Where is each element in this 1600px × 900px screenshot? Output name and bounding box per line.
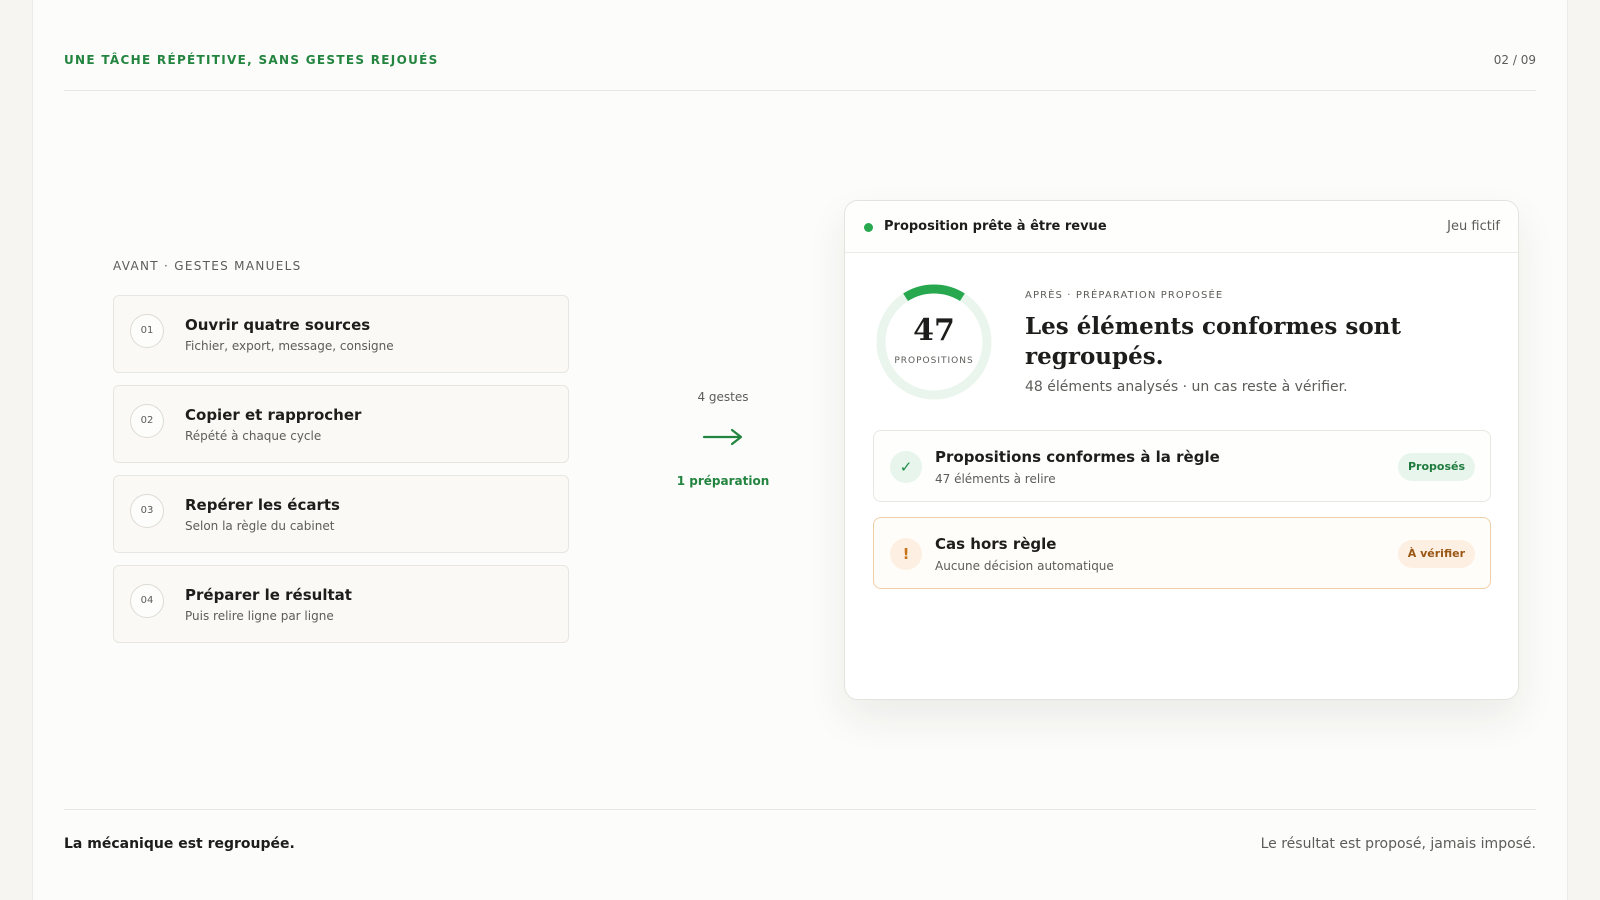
- footer-right-text: Le résultat est proposé, jamais imposé.: [1260, 836, 1536, 852]
- step-number: 01: [130, 314, 164, 348]
- footer-left-text: La mécanique est regroupée.: [64, 836, 295, 852]
- warning-icon: !: [890, 538, 922, 570]
- step-title: Repérer les écarts: [185, 496, 340, 514]
- proposals-label: PROPOSITIONS: [894, 356, 974, 366]
- after-section-label: APRÈS · PRÉPARATION PROPOSÉE: [1025, 290, 1224, 301]
- before-section-label: AVANT · GESTES MANUELS: [113, 259, 302, 273]
- panel-summary: 48 éléments analysés · un cas reste à vé…: [1025, 379, 1348, 395]
- status-badge: À vérifier: [1397, 540, 1475, 568]
- demo-tag: Jeu fictif: [1447, 219, 1500, 234]
- slide: UNE TÂCHE RÉPÉTITIVE, SANS GESTES REJOUÉ…: [32, 0, 1568, 900]
- page-number: 02 / 09: [1493, 53, 1536, 67]
- step-card: 04 Préparer le résultat Puis relire lign…: [113, 565, 569, 643]
- preparation-count: 1 préparation: [676, 474, 770, 488]
- status-badge: Proposés: [1397, 453, 1475, 481]
- slide-header: UNE TÂCHE RÉPÉTITIVE, SANS GESTES REJOUÉ…: [64, 40, 1536, 91]
- arrow-right-icon: [702, 428, 743, 446]
- row-title: Propositions conformes à la règle: [935, 448, 1220, 466]
- row-title: Cas hors règle: [935, 535, 1057, 553]
- status-dot-icon: [864, 223, 873, 232]
- step-title: Préparer le résultat: [185, 586, 352, 604]
- proposals-count: 47: [913, 313, 955, 348]
- slide-kicker: UNE TÂCHE RÉPÉTITIVE, SANS GESTES REJOUÉ…: [64, 53, 439, 67]
- step-subtitle: Selon la règle du cabinet: [185, 519, 335, 533]
- step-number: 03: [130, 494, 164, 528]
- slide-footer: La mécanique est regroupée. Le résultat …: [64, 809, 1536, 852]
- conforming-proposals-row[interactable]: ✓ Propositions conformes à la règle 47 é…: [873, 430, 1491, 502]
- progress-ring-arc: [903, 284, 965, 302]
- step-subtitle: Fichier, export, message, consigne: [185, 339, 394, 353]
- exception-case-row[interactable]: ! Cas hors règle Aucune décision automat…: [873, 517, 1491, 589]
- step-title: Copier et rapprocher: [185, 406, 362, 424]
- check-icon: ✓: [890, 451, 922, 483]
- panel-headline: Les éléments conformes sont regroupés.: [1025, 313, 1402, 370]
- step-subtitle: Puis relire ligne par ligne: [185, 609, 334, 623]
- panel-header: Proposition prête à être revue Jeu ficti…: [845, 201, 1518, 253]
- result-panel: Proposition prête à être revue Jeu ficti…: [844, 200, 1519, 700]
- step-card: 01 Ouvrir quatre sources Fichier, export…: [113, 295, 569, 373]
- step-card: 03 Repérer les écarts Selon la règle du …: [113, 475, 569, 553]
- step-number: 02: [130, 404, 164, 438]
- step-card: 02 Copier et rapprocher Répété à chaque …: [113, 385, 569, 463]
- step-subtitle: Répété à chaque cycle: [185, 429, 322, 443]
- status-text: Proposition prête à être revue: [884, 219, 1107, 234]
- gestures-count: 4 gestes: [697, 390, 749, 404]
- step-title: Ouvrir quatre sources: [185, 316, 371, 334]
- manual-steps-list: 01 Ouvrir quatre sources Fichier, export…: [113, 295, 569, 655]
- row-subtitle: Aucune décision automatique: [935, 559, 1114, 573]
- transition-indicator: 4 gestes 1 préparation: [643, 390, 803, 488]
- step-number: 04: [130, 584, 164, 618]
- row-subtitle: 47 éléments à relire: [935, 472, 1056, 486]
